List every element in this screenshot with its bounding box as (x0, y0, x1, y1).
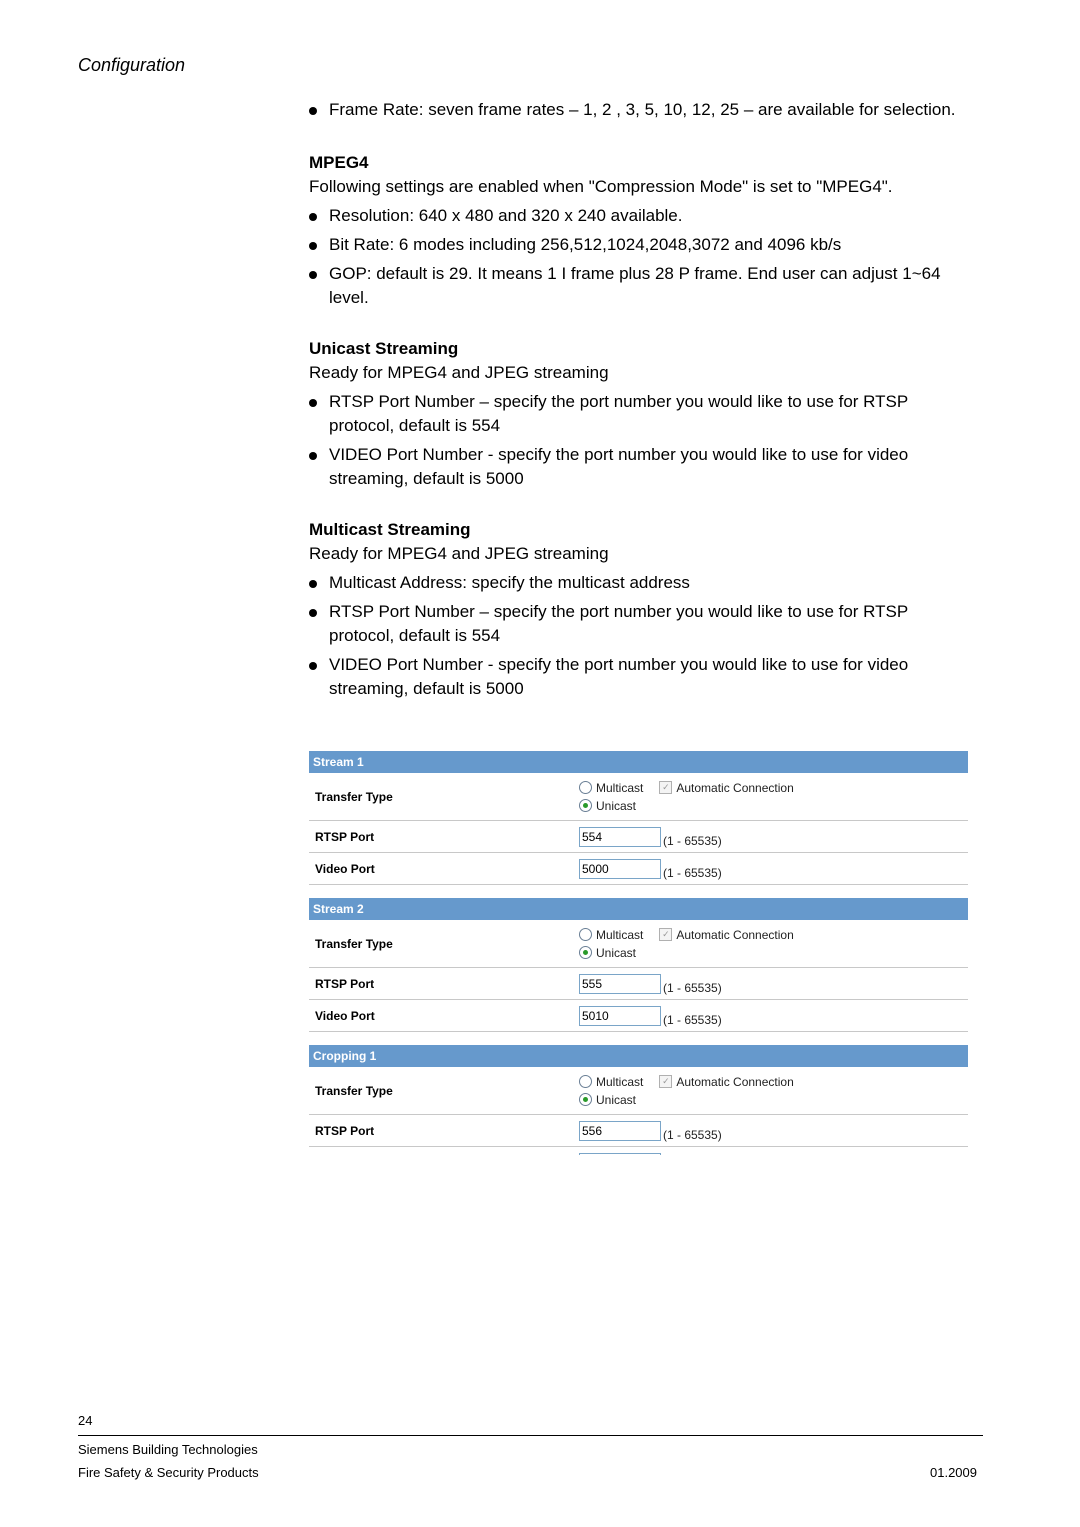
bullet-dot-icon (309, 107, 317, 115)
video-port-input[interactable] (579, 1005, 661, 1026)
bullet-multicast-video: VIDEO Port Number - specify the port num… (309, 653, 969, 701)
bullet-unicast-video: VIDEO Port Number - specify the port num… (309, 443, 969, 491)
range-hint: (1 - 65535) (663, 865, 722, 880)
video-port-row: Video Port (1 - 65535) (309, 853, 968, 885)
transfer-type-label: Transfer Type (315, 936, 393, 951)
bullet-gop: GOP: default is 29. It means 1 I frame p… (309, 262, 969, 310)
unicast-radio[interactable] (579, 799, 592, 812)
footer-divider (78, 1435, 983, 1436)
video-port-label: Video Port (315, 1008, 375, 1023)
document-body: Frame Rate: seven frame rates – 1, 2 , 3… (309, 98, 969, 706)
rtsp-port-input[interactable] (579, 973, 661, 994)
bullet-unicast-rtsp: RTSP Port Number – specify the port numb… (309, 390, 969, 438)
rtsp-port-input[interactable] (579, 1120, 661, 1141)
panel-title: Stream 2 (309, 898, 968, 920)
page-number: 24 (78, 1413, 93, 1428)
section-header: Configuration (78, 55, 186, 75)
bullet-dot-icon (309, 399, 317, 407)
video-port-input[interactable] (579, 1152, 661, 1155)
bullet-dot-icon (309, 242, 317, 250)
bullet-bit-rate: Bit Rate: 6 modes including 256,512,1024… (309, 233, 969, 257)
mpeg4-intro: Following settings are enabled when "Com… (309, 177, 893, 196)
rtsp-port-input[interactable] (579, 826, 661, 847)
transfer-type-row: Transfer Type Multicast ✓ Automatic Conn… (309, 773, 968, 821)
bullet-multicast-rtsp: RTSP Port Number – specify the port numb… (309, 600, 969, 648)
multicast-radio[interactable] (579, 781, 592, 794)
multicast-heading: Multicast Streaming (309, 520, 471, 539)
bullet-dot-icon (309, 213, 317, 221)
bullet-dot-icon (309, 452, 317, 460)
transfer-type-label: Transfer Type (315, 789, 393, 804)
stream1-panel: Stream 1 Transfer Type Multicast ✓ Autom… (309, 751, 968, 885)
multicast-intro: Ready for MPEG4 and JPEG streaming (309, 544, 609, 563)
bullet-multicast-address: Multicast Address: specify the multicast… (309, 571, 969, 595)
unicast-intro: Ready for MPEG4 and JPEG streaming (309, 363, 609, 382)
bullet-resolution: Resolution: 640 x 480 and 320 x 240 avai… (309, 204, 969, 228)
rtsp-port-row: RTSP Port (1 - 65535) (309, 1115, 968, 1147)
bullet-frame-rate: Frame Rate: seven frame rates – 1, 2 , 3… (309, 98, 969, 122)
automatic-connection-checkbox[interactable]: ✓ (659, 928, 673, 941)
transfer-type-row: Transfer Type Multicast ✓ Automatic Conn… (309, 1067, 968, 1115)
transfer-type-row: Transfer Type Multicast ✓ Automatic Conn… (309, 920, 968, 968)
range-hint: (1 - 65535) (663, 1012, 722, 1027)
panel-title: Cropping 1 (309, 1045, 968, 1067)
range-hint: (1 - 65535) (663, 1127, 722, 1142)
range-hint: (1 - 65535) (663, 833, 722, 848)
rtsp-port-label: RTSP Port (315, 829, 375, 844)
unicast-radio[interactable] (579, 1093, 592, 1106)
bullet-dot-icon (309, 271, 317, 279)
rtsp-port-row: RTSP Port (1 - 65535) (309, 968, 968, 1000)
stream2-panel: Stream 2 Transfer Type Multicast ✓ Autom… (309, 898, 968, 1032)
automatic-connection-checkbox[interactable]: ✓ (659, 781, 673, 794)
video-port-row-cut (309, 1147, 968, 1155)
range-hint: (1 - 65535) (663, 980, 722, 995)
video-port-label: Video Port (315, 861, 375, 876)
footer-date: 01.2009 (930, 1465, 977, 1480)
rtsp-port-label: RTSP Port (315, 976, 375, 991)
rtsp-port-label: RTSP Port (315, 1123, 375, 1138)
unicast-radio[interactable] (579, 946, 592, 959)
transfer-type-label: Transfer Type (315, 1083, 393, 1098)
unicast-heading: Unicast Streaming (309, 339, 459, 358)
cropping1-panel: Cropping 1 Transfer Type Multicast ✓ Aut… (309, 1045, 968, 1155)
panel-title: Stream 1 (309, 751, 968, 773)
bullet-dot-icon (309, 662, 317, 670)
bullet-dot-icon (309, 580, 317, 588)
bullet-dot-icon (309, 609, 317, 617)
video-port-input[interactable] (579, 858, 661, 879)
video-port-row: Video Port (1 - 65535) (309, 1000, 968, 1032)
rtsp-port-row: RTSP Port (1 - 65535) (309, 821, 968, 853)
mpeg4-heading: MPEG4 (309, 153, 369, 172)
multicast-radio[interactable] (579, 928, 592, 941)
footer-division: Fire Safety & Security Products (78, 1465, 259, 1480)
footer-company: Siemens Building Technologies (78, 1442, 258, 1457)
multicast-radio[interactable] (579, 1075, 592, 1088)
automatic-connection-checkbox[interactable]: ✓ (659, 1075, 673, 1088)
